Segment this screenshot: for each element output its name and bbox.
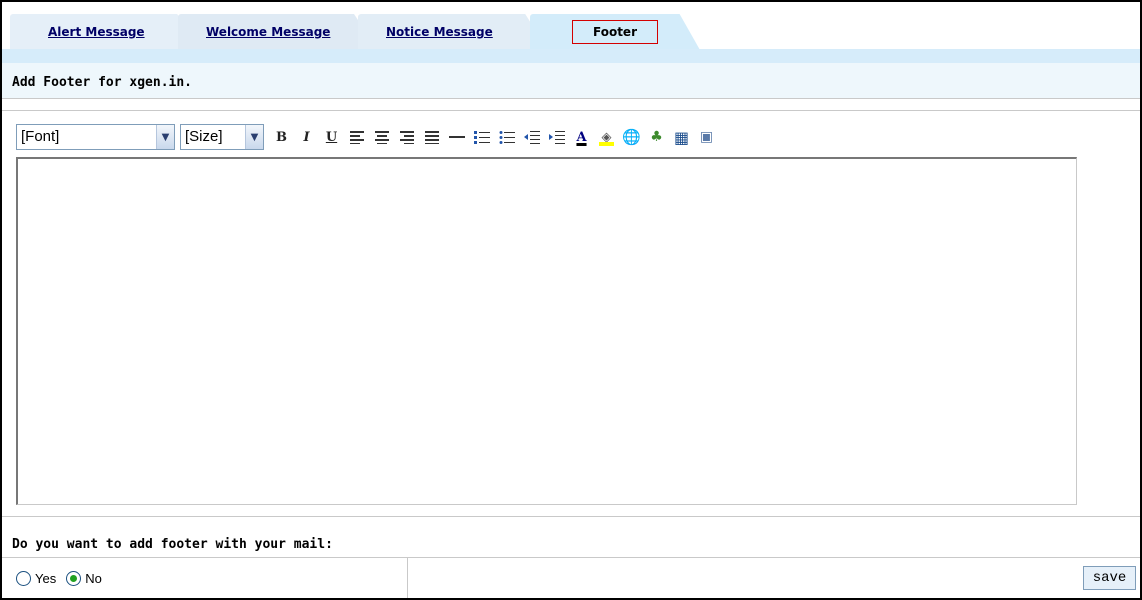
background-color-icon[interactable]: ◈	[596, 126, 617, 148]
unordered-list-icon[interactable]	[496, 126, 517, 148]
tab-bar: Alert Message Welcome Message Notice Mes…	[2, 2, 1140, 50]
align-center-icon[interactable]	[371, 126, 392, 148]
font-select-value: [Font]	[21, 128, 60, 145]
tab-strip	[2, 49, 1140, 63]
radio-group: Yes No	[2, 558, 408, 598]
align-right-icon[interactable]	[396, 126, 417, 148]
tab-label: Welcome Message	[206, 25, 331, 39]
size-select-value: [Size]	[185, 128, 223, 145]
outdent-icon[interactable]	[521, 126, 542, 148]
align-justify-icon[interactable]	[421, 126, 442, 148]
tab-label: Footer	[572, 20, 658, 44]
align-left-icon[interactable]	[346, 126, 367, 148]
chevron-down-icon[interactable]: ▼	[156, 125, 174, 149]
underline-icon[interactable]: U	[321, 126, 342, 148]
tab-label: Notice Message	[386, 25, 493, 39]
tab-alert-message[interactable]: Alert Message	[10, 14, 200, 50]
section-title: Add Footer for xgen.in.	[2, 63, 1140, 99]
footer-options-row: Yes No save	[2, 558, 1140, 598]
yes-radio[interactable]	[16, 570, 31, 586]
save-button[interactable]: save	[1083, 566, 1136, 590]
font-color-icon[interactable]: A	[571, 126, 592, 148]
no-radio[interactable]	[66, 570, 82, 586]
size-select[interactable]: [Size] ▼	[180, 124, 264, 150]
footer-settings-panel: Alert Message Welcome Message Notice Mes…	[0, 0, 1142, 600]
bold-icon[interactable]: B	[271, 126, 292, 148]
italic-icon[interactable]: I	[296, 126, 317, 148]
footer-editor[interactable]	[16, 157, 1077, 505]
editor-toolbar: [Font] ▼ [Size] ▼ B I U A ◈ 🌐 ♣ ▦ ▣	[16, 122, 719, 152]
footer-question: Do you want to add footer with your mail…	[2, 534, 1140, 558]
image-icon[interactable]: ♣	[646, 126, 667, 148]
font-select[interactable]: [Font] ▼	[16, 124, 175, 150]
tab-label: Alert Message	[48, 25, 145, 39]
divider	[2, 516, 1140, 517]
no-radio-label: No	[85, 570, 102, 586]
table-icon[interactable]: ▦	[671, 126, 692, 148]
tab-footer[interactable]: Footer	[530, 14, 700, 50]
divider	[2, 110, 1140, 111]
horizontal-rule-icon[interactable]	[446, 126, 467, 148]
yes-radio-label: Yes	[35, 570, 57, 586]
tab-welcome-message[interactable]: Welcome Message	[178, 14, 378, 50]
indent-icon[interactable]	[546, 126, 567, 148]
ordered-list-icon[interactable]	[471, 126, 492, 148]
hyperlink-icon[interactable]: 🌐	[621, 126, 642, 148]
chevron-down-icon[interactable]: ▼	[245, 125, 263, 149]
picture-icon[interactable]: ▣	[696, 126, 717, 148]
tab-notice-message[interactable]: Notice Message	[358, 14, 548, 50]
